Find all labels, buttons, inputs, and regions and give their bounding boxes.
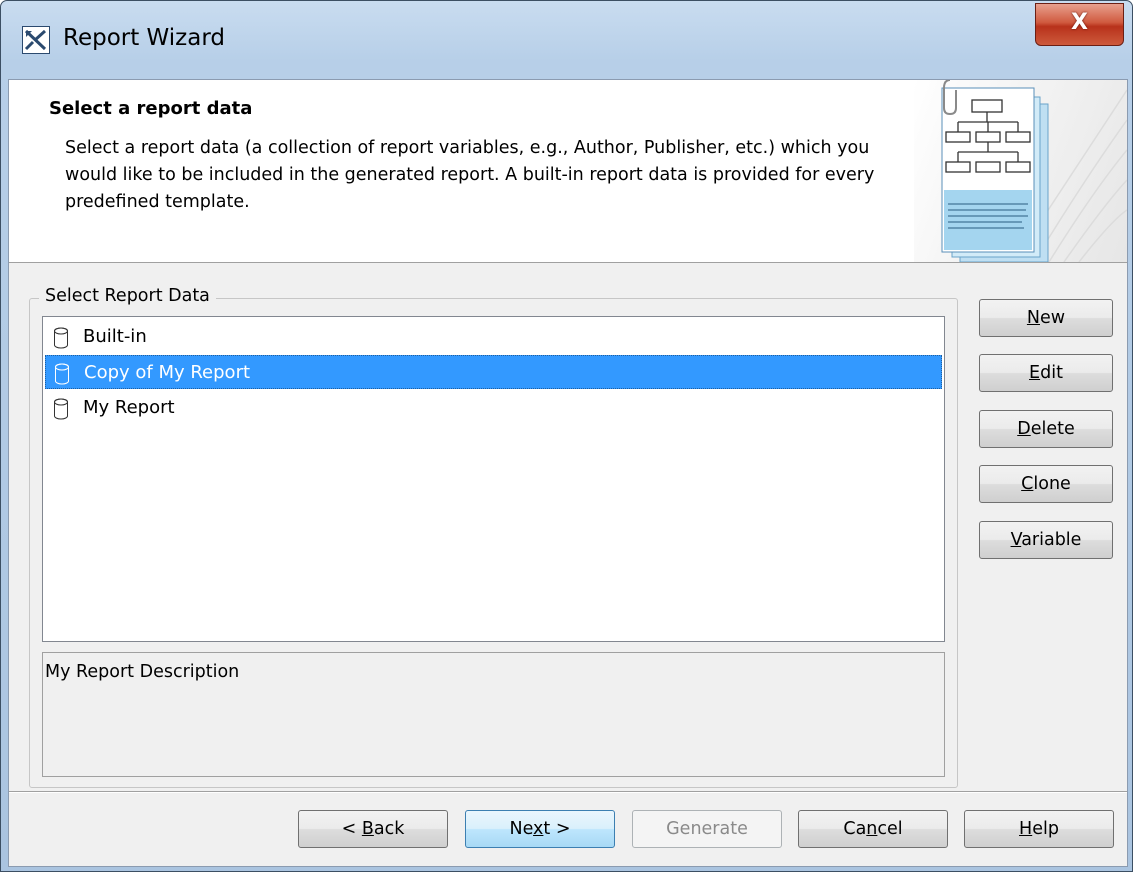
list-item-label: Built-in <box>83 326 147 347</box>
button-label: Ca <box>843 819 867 839</box>
mnemonic: n <box>866 819 878 839</box>
variable-button[interactable]: Variable <box>979 521 1113 559</box>
next-button[interactable]: Next > <box>465 810 615 848</box>
group-label: Select Report Data <box>39 283 216 309</box>
cancel-button[interactable]: Cancel <box>798 810 948 848</box>
list-item-label: Copy of My Report <box>84 362 251 383</box>
button-label: Ne <box>509 819 534 839</box>
edit-button[interactable]: Edit <box>979 354 1113 392</box>
list-item-my-report[interactable]: My Report <box>45 391 942 425</box>
button-label: t > <box>543 819 571 839</box>
clone-button[interactable]: Clone <box>979 465 1113 503</box>
mnemonic: D <box>1017 419 1031 439</box>
database-icon <box>55 363 69 385</box>
report-description-box: My Report Description <box>42 652 945 777</box>
app-icon <box>22 26 50 54</box>
database-icon <box>54 398 68 420</box>
report-illustration <box>914 79 1128 263</box>
back-button[interactable]: < Back <box>298 810 448 848</box>
mnemonic: V <box>1010 530 1022 550</box>
button-label: ariable <box>1021 530 1082 550</box>
mnemonic: H <box>1019 819 1033 839</box>
report-wizard-window: Report Wizard X Select a report data Sel… <box>0 0 1133 872</box>
mnemonic: B <box>361 819 374 839</box>
button-label: ew <box>1040 308 1066 328</box>
page-title: Select a report data <box>49 98 253 119</box>
button-label: dit <box>1040 363 1063 383</box>
wizard-header: Select a report data Select a report dat… <box>9 79 1128 263</box>
help-button[interactable]: Help <box>964 810 1114 848</box>
button-label: elete <box>1030 419 1075 439</box>
list-item-built-in[interactable]: Built-in <box>45 320 942 354</box>
button-label: elp <box>1032 819 1059 839</box>
footer-separator <box>9 791 1127 793</box>
button-label: ack <box>373 819 405 839</box>
mnemonic: C <box>1021 474 1034 494</box>
delete-button[interactable]: Delete <box>979 410 1113 448</box>
generate-button[interactable]: Generate <box>632 810 782 848</box>
window-title: Report Wizard <box>63 25 225 51</box>
title-bar[interactable]: Report Wizard X <box>1 1 1132 79</box>
mnemonic: x <box>533 819 544 839</box>
close-button[interactable]: X <box>1035 3 1124 46</box>
mnemonic: E <box>1029 363 1041 383</box>
button-label: < <box>341 819 362 839</box>
client-area: Select a report data Select a report dat… <box>8 79 1128 867</box>
button-label: lone <box>1033 474 1071 494</box>
database-icon <box>54 327 68 349</box>
page-description: Select a report data (a collection of re… <box>65 138 875 212</box>
new-button[interactable]: New <box>979 299 1113 337</box>
mnemonic: N <box>1026 308 1040 328</box>
list-item-label: My Report <box>83 397 175 418</box>
button-label: cel <box>877 819 903 839</box>
button-label: Generate <box>666 819 748 839</box>
list-item-copy-of-my-report[interactable]: Copy of My Report <box>45 355 942 389</box>
report-data-list[interactable]: Built-in Copy of My Report My Report <box>42 316 945 642</box>
